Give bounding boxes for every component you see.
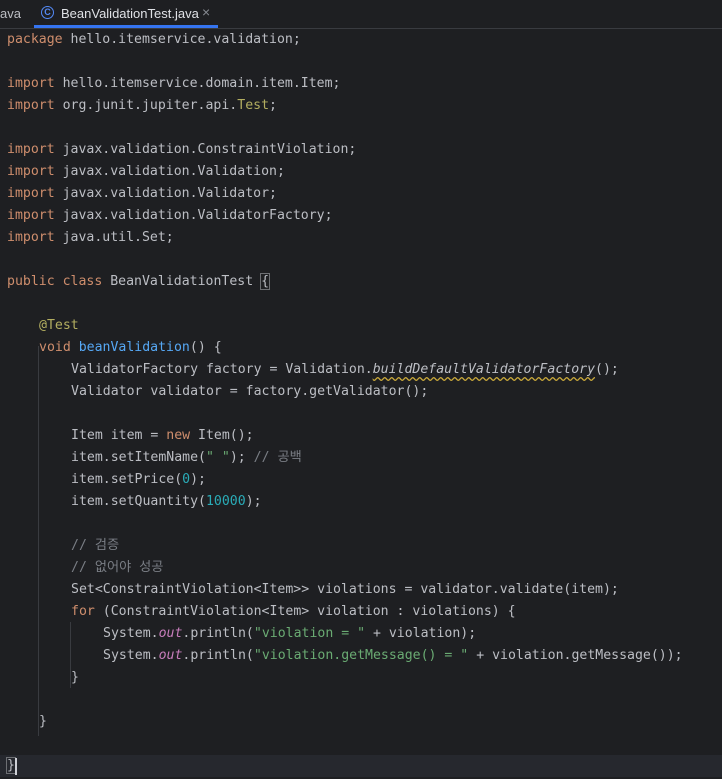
code-line[interactable]: // 없어야 성공 [71,557,163,579]
code-text: item.setPrice( [71,472,183,487]
keyword: import [7,164,55,179]
number-literal: 0 [182,472,191,487]
keyword: import [7,186,55,201]
keyword: void [39,340,71,355]
code-text: + violation.getMessage()); [468,648,683,663]
class-name: BeanValidationTest [102,274,262,289]
code-text: System. [103,648,159,663]
code-text: .println( [182,626,254,641]
code-editor[interactable]: package hello.itemservice.validation; im… [0,29,722,779]
code-line[interactable]: System.out.println("violation.getMessage… [103,645,683,667]
tab-previous-file[interactable]: ava [0,6,21,21]
code-line[interactable]: Item item = new Item(); [71,425,254,447]
indent-guide [38,346,39,736]
import-path: javax.validation.ConstraintViolation; [54,142,357,157]
code-text: System. [103,626,159,641]
code-text: Set<ConstraintViolation<Item>> violation… [71,582,619,597]
code-line[interactable]: import org.junit.jupiter.api.Test; [7,95,277,117]
code-text: + violation); [365,626,477,641]
code-text: .println( [182,648,254,663]
annotation-ref: Test [237,98,270,113]
keyword: import [7,142,55,157]
punct: ); [190,472,206,487]
punct: ; [269,98,277,113]
code-line[interactable]: import hello.itemservice.domain.item.Ite… [7,73,340,95]
code-text: Item(); [190,428,254,443]
code-line[interactable]: import javax.validation.ValidatorFactory… [7,205,333,227]
code-line[interactable]: item.setPrice(0); [71,469,206,491]
code-line[interactable]: @Test [39,315,79,337]
code-line[interactable]: } [39,711,47,733]
code-line[interactable]: Validator validator = factory.getValidat… [71,381,428,403]
keyword: for [71,604,95,619]
close-icon[interactable]: × [202,4,210,20]
brace: { [260,273,271,290]
code-line[interactable]: public class BeanValidationTest { [7,271,271,293]
comment: // 검증 [71,538,120,553]
code-line[interactable]: for (ConstraintViolation<Item> violation… [71,601,516,623]
string-literal: "violation.getMessage() = " [253,648,469,663]
keyword: import [7,208,55,223]
code-text: Validator validator = factory.getValidat… [71,384,429,399]
code-text: item.setQuantity( [71,494,206,509]
punct: ); [245,494,262,509]
code-line[interactable]: item.setItemName(" "); // 공백 [71,447,302,469]
annotation: @Test [39,318,79,333]
code-text: item.setItemName( [71,450,206,465]
import-path: java.util.Set; [54,230,174,245]
keyword: new [166,428,191,443]
code-line[interactable]: import javax.validation.Validation; [7,161,285,183]
keyword: import [7,76,55,91]
import-path: javax.validation.Validator; [54,186,277,201]
brace: } [6,757,16,774]
string-literal: "violation = " [253,626,366,641]
code-text: Item item = [71,428,167,443]
java-class-icon: C [41,6,54,19]
code-line[interactable]: import java.util.Set; [7,227,174,249]
static-field: out [158,626,183,641]
static-method-call: buildDefaultValidatorFactory [372,362,596,377]
number-literal: 10000 [205,494,246,509]
code-line[interactable]: package hello.itemservice.validation; [7,29,301,51]
text-caret [15,758,17,775]
editor-tab-bar: ava C BeanValidationTest.java × [0,0,722,29]
punct: ); [229,450,254,465]
import-path: org.junit.jupiter.api. [54,98,238,113]
code-line[interactable]: ValidatorFactory factory = Validation.bu… [71,359,619,381]
brace: } [71,670,79,685]
static-field: out [158,648,183,663]
code-line[interactable]: import javax.validation.ConstraintViolat… [7,139,356,161]
current-line-highlight [0,755,722,777]
package-name: hello.itemservice.validation; [62,32,301,47]
code-text: ValidatorFactory factory = Validation. [71,362,373,377]
punct: (); [595,362,619,377]
keyword: public [7,274,55,289]
string-literal: " " [205,450,230,465]
code-line[interactable]: System.out.println("violation = " + viol… [103,623,476,645]
method-name: beanValidation [78,340,190,355]
code-text: (ConstraintViolation<Item> violation : v… [94,604,516,619]
code-line[interactable]: import javax.validation.Validator; [7,183,277,205]
import-path: hello.itemservice.domain.item.Item; [54,76,341,91]
code-line[interactable]: void beanValidation() { [39,337,222,359]
keyword: package [7,32,63,47]
comment: // 공백 [253,450,302,465]
brace: } [39,714,47,729]
code-line[interactable]: } [71,667,79,689]
comment: // 없어야 성공 [71,560,164,575]
keyword: import [7,98,55,113]
code-line[interactable]: // 검증 [71,535,119,557]
code-line[interactable]: item.setQuantity(10000); [71,491,262,513]
tab-bean-validation-test[interactable]: C BeanValidationTest.java × [34,0,218,28]
keyword: import [7,230,55,245]
punct: () { [189,340,222,355]
import-path: javax.validation.Validation; [54,164,285,179]
keyword: class [62,274,103,289]
tab-label: BeanValidationTest.java [61,6,199,21]
code-line[interactable]: } [6,755,16,777]
code-line[interactable]: Set<ConstraintViolation<Item>> violation… [71,579,619,601]
import-path: javax.validation.ValidatorFactory; [54,208,333,223]
